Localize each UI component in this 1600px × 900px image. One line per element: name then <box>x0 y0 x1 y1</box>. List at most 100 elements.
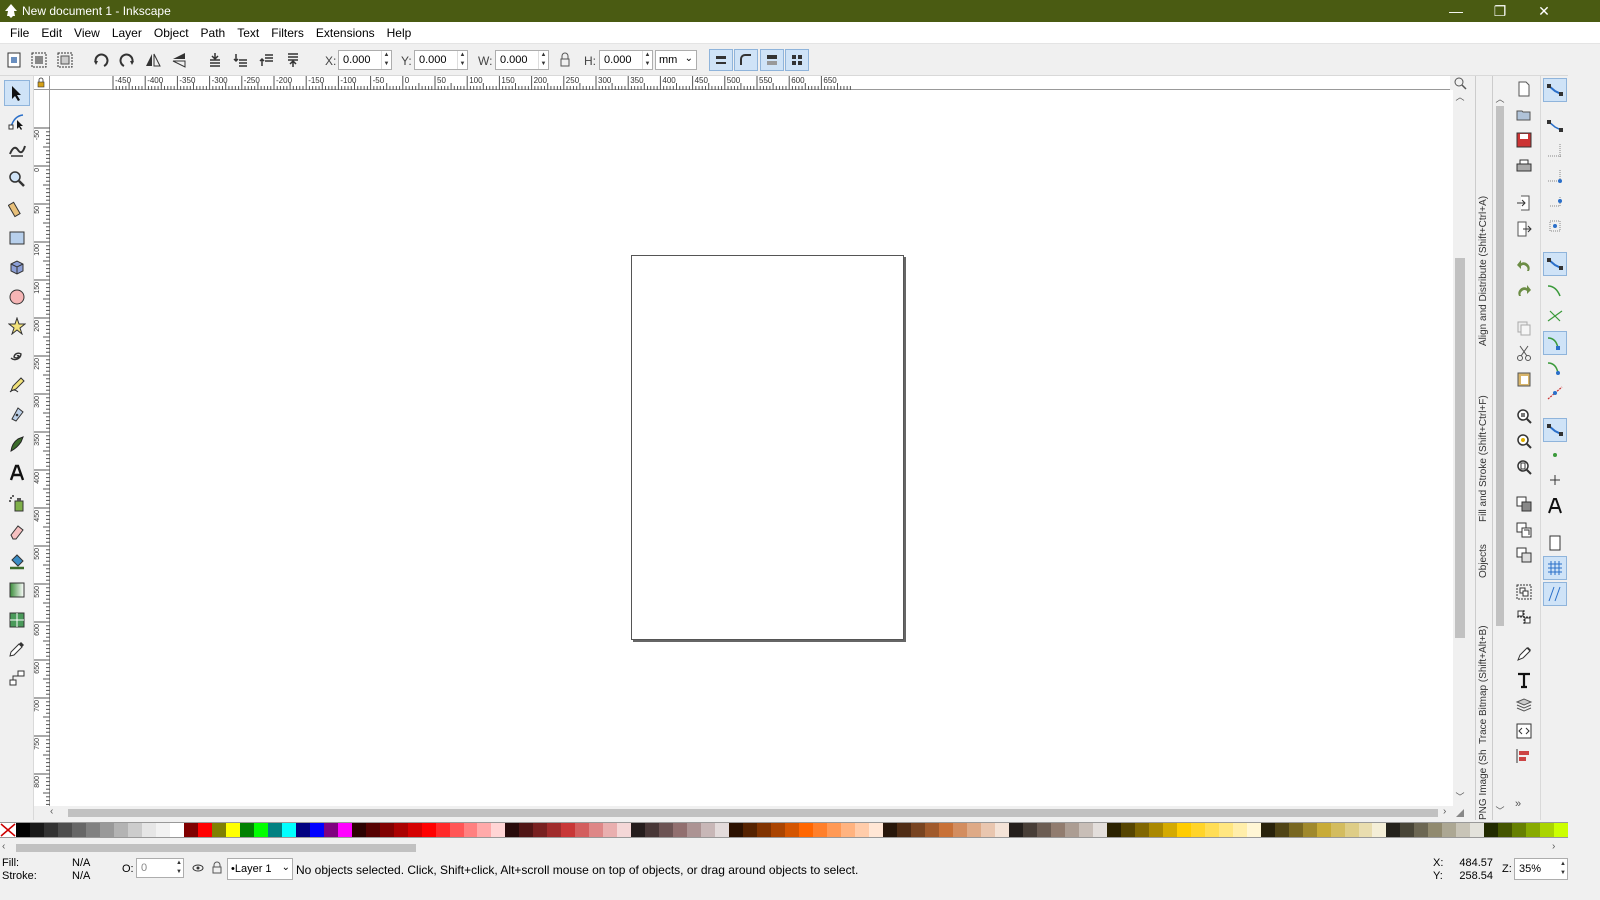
menu-extensions[interactable]: Extensions <box>310 26 381 40</box>
palette-swatch[interactable] <box>841 823 856 837</box>
fill-value[interactable]: N/A <box>72 857 90 869</box>
palette-swatch[interactable] <box>295 823 310 837</box>
vertical-scroll-thumb[interactable] <box>1455 258 1465 638</box>
palette-swatch[interactable] <box>449 823 464 837</box>
palette-swatch[interactable] <box>855 823 870 837</box>
palette-swatch[interactable] <box>561 823 576 837</box>
palette-swatch[interactable] <box>1512 823 1527 837</box>
palette-swatch[interactable] <box>785 823 800 837</box>
palette-swatch[interactable] <box>1456 823 1471 837</box>
palette-swatch[interactable] <box>99 823 114 837</box>
snap-object-centers-toggle[interactable] <box>1546 446 1564 467</box>
snap-guides-toggle[interactable] <box>1543 582 1567 606</box>
dock-tab-align[interactable]: Align and Distribute (Shift+Ctrl+A) <box>1478 84 1492 346</box>
snap-smooth-nodes-toggle[interactable] <box>1546 359 1564 380</box>
clone-button[interactable] <box>1515 521 1533 542</box>
palette-swatch[interactable] <box>491 823 506 837</box>
palette-swatch[interactable] <box>813 823 828 837</box>
palette-swatch[interactable] <box>659 823 674 837</box>
unlink-clone-button[interactable] <box>1515 546 1533 567</box>
palette-swatch[interactable] <box>57 823 72 837</box>
snap-bbox-midpoints-toggle[interactable] <box>1546 192 1564 213</box>
zoom-drawing-button[interactable] <box>1515 432 1533 453</box>
node-tool[interactable] <box>4 108 30 134</box>
palette-swatch[interactable] <box>1050 823 1065 837</box>
palette-swatch[interactable] <box>1176 823 1191 837</box>
new-document-button[interactable] <box>1515 80 1533 101</box>
dock-tab-objects[interactable]: Objects <box>1478 528 1492 578</box>
dock-scroll-thumb[interactable] <box>1496 106 1504 626</box>
cut-button[interactable] <box>1515 344 1533 365</box>
snap-midpoints-toggle[interactable] <box>1546 384 1564 405</box>
palette-swatch[interactable] <box>267 823 282 837</box>
palette-swatch[interactable] <box>1120 823 1135 837</box>
palette-swatch[interactable] <box>505 823 520 837</box>
palette-swatch[interactable] <box>1204 823 1219 837</box>
palette-swatch[interactable] <box>1344 823 1359 837</box>
palette-swatch[interactable] <box>155 823 170 837</box>
palette-swatch[interactable] <box>1092 823 1107 837</box>
palette-swatch[interactable] <box>169 823 184 837</box>
stroke-value[interactable]: N/A <box>72 870 90 882</box>
zoom-selection-button[interactable] <box>1515 407 1533 428</box>
palette-swatch[interactable] <box>1106 823 1121 837</box>
horizontal-scroll-thumb[interactable] <box>68 809 1438 817</box>
palette-swatch[interactable] <box>127 823 142 837</box>
palette-swatch[interactable] <box>1246 823 1261 837</box>
palette-swatch[interactable] <box>183 823 198 837</box>
y-input[interactable]: 0.000 ▲ ▼ <box>414 50 468 70</box>
text-font-dialog-button[interactable] <box>1515 671 1533 692</box>
paint-bucket-tool[interactable] <box>4 548 30 574</box>
palette-swatch[interactable] <box>463 823 478 837</box>
menu-object[interactable]: Object <box>148 26 195 40</box>
snap-cusp-nodes-toggle[interactable] <box>1543 331 1567 355</box>
dock-scroll-down-icon[interactable]: ﹀ <box>1493 804 1507 816</box>
layer-select[interactable]: •Layer 1 ⌄ <box>227 858 293 880</box>
palette-swatch[interactable] <box>757 823 772 837</box>
palette-swatch[interactable] <box>141 823 156 837</box>
group-button[interactable] <box>1515 583 1533 604</box>
palette-swatch[interactable] <box>309 823 324 837</box>
palette-swatch[interactable] <box>253 823 268 837</box>
palette-swatch[interactable] <box>197 823 212 837</box>
spiral-tool[interactable] <box>4 343 30 369</box>
palette-swatch[interactable] <box>533 823 548 837</box>
palette-swatch[interactable] <box>729 823 744 837</box>
lower-button[interactable] <box>231 50 251 70</box>
palette-scrollbar[interactable]: ‹ › <box>0 840 1568 856</box>
palette-swatch[interactable] <box>617 823 632 837</box>
palette-swatch[interactable] <box>980 823 995 837</box>
palette-swatch[interactable] <box>701 823 716 837</box>
palette-swatch[interactable] <box>239 823 254 837</box>
x-input[interactable]: 0.000 ▲ ▼ <box>338 50 392 70</box>
layers-dialog-button[interactable] <box>1515 696 1533 717</box>
mesh-tool[interactable] <box>4 607 30 633</box>
vertical-scrollbar[interactable]: ︿ ﹀ <box>1453 90 1467 806</box>
palette-swatch[interactable] <box>1008 823 1023 837</box>
more-commands-icon[interactable]: » <box>1515 798 1521 810</box>
palette-swatch[interactable] <box>1386 823 1401 837</box>
palette-swatch[interactable] <box>799 823 814 837</box>
palette-swatch[interactable] <box>1498 823 1513 837</box>
palette-swatch[interactable] <box>715 823 730 837</box>
open-button[interactable] <box>1515 106 1533 127</box>
snap-bbox-corners-toggle[interactable] <box>1546 167 1564 188</box>
horizontal-ruler[interactable]: -450 -400 -350 -300 -250 -200 -150 -100 -50 0 50 10… <box>50 76 1450 90</box>
minimize-button[interactable]: — <box>1434 0 1478 22</box>
palette-scroll-left-icon[interactable]: ‹ <box>2 841 14 855</box>
palette-swatch[interactable] <box>924 823 939 837</box>
menu-view[interactable]: View <box>68 26 106 40</box>
palette-swatch[interactable] <box>379 823 394 837</box>
layer-lock-toggle[interactable] <box>211 861 223 878</box>
palette-swatch[interactable] <box>966 823 981 837</box>
opacity-spinner-arrows[interactable]: ▲ ▼ <box>176 859 182 877</box>
guide-lock-icon[interactable] <box>34 76 48 90</box>
xml-editor-button[interactable] <box>1515 722 1533 743</box>
palette-swatch[interactable] <box>29 823 44 837</box>
palette-swatch[interactable] <box>1316 823 1331 837</box>
palette-swatch[interactable] <box>1526 823 1541 837</box>
flip-horizontal-button[interactable] <box>143 50 163 70</box>
paste-button[interactable] <box>1515 370 1533 391</box>
zoom-tool[interactable] <box>4 166 30 192</box>
import-button[interactable] <box>1515 194 1533 215</box>
